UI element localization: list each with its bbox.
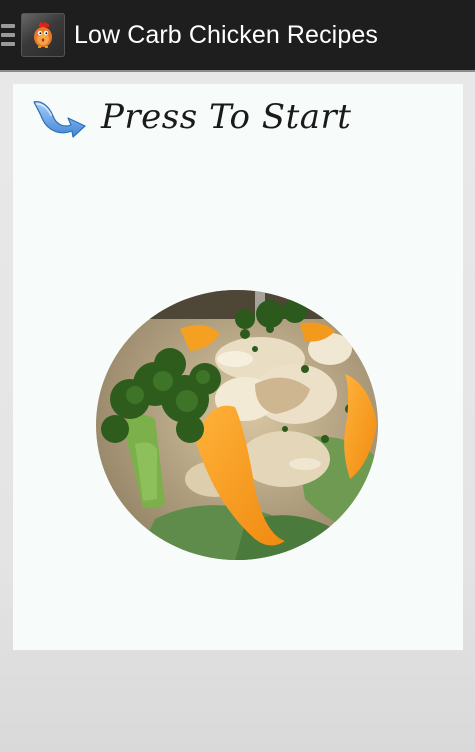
action-bar: Low Carb Chicken Recipes [0, 0, 475, 72]
app-screen: Low Carb Chicken Recipes Press To Start [0, 0, 475, 752]
press-to-start-button[interactable]: Press To Start [31, 92, 351, 142]
app-title: Low Carb Chicken Recipes [74, 20, 378, 49]
curved-arrow-icon [33, 101, 86, 138]
chicken-icon [34, 22, 52, 48]
app-logo-button[interactable] [21, 13, 65, 57]
press-to-start-label: Press To Start [101, 97, 352, 137]
content-panel: Press To Start [13, 84, 463, 650]
chicken-salad-photo[interactable] [95, 289, 379, 561]
drawer-menu-icon[interactable] [1, 24, 17, 46]
